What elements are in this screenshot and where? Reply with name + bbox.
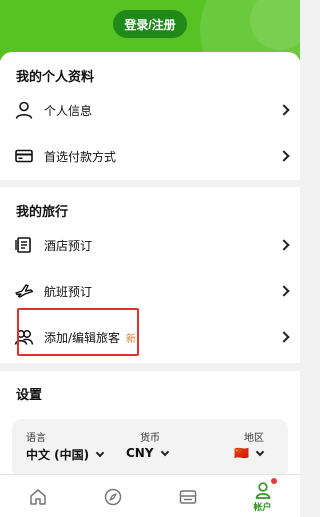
chevron-down-icon	[160, 447, 169, 456]
profile-section-title: 我的个人资料	[16, 70, 95, 85]
region-label: 地区	[244, 433, 264, 444]
chevron-right-icon	[278, 104, 290, 116]
payment-method-row[interactable]: 首选付款方式	[0, 134, 300, 178]
profile-section: 我的个人资料 个人信息 首选付款方式	[0, 52, 300, 180]
bottom-tab-bar: 帐户	[0, 474, 300, 517]
chevron-right-icon	[278, 239, 290, 251]
account-icon	[255, 481, 270, 499]
tab-explore[interactable]	[75, 475, 150, 517]
chevron-right-icon	[278, 285, 290, 297]
person-icon	[14, 100, 34, 120]
tab-account-label: 帐户	[253, 502, 272, 513]
airplane-icon	[14, 281, 34, 301]
tab-bookings[interactable]	[150, 475, 225, 517]
flight-booking-label: 航班预订	[44, 284, 93, 299]
settings-section-title: 设置	[16, 388, 43, 403]
locale-settings-panel: 语言 中文 (中国) 货币 CNY 地区 🇨🇳	[12, 419, 288, 479]
annotation-highlight-box	[17, 308, 139, 356]
currency-label: 货币	[140, 433, 160, 444]
hotel-receipt-icon	[14, 235, 34, 255]
language-value: 中文 (中国)	[26, 448, 90, 462]
chevron-down-icon	[255, 447, 265, 456]
header-banner: 登录/注册	[0, 0, 300, 60]
language-label: 语言	[26, 433, 46, 444]
hotel-booking-label: 酒店预订	[44, 238, 93, 253]
chevron-right-icon	[278, 331, 290, 343]
tab-home[interactable]	[0, 475, 75, 517]
region-selector[interactable]: 地区 🇨🇳	[234, 429, 265, 460]
hotel-booking-row[interactable]: 酒店预订	[0, 223, 300, 267]
login-register-button[interactable]: 登录/注册	[113, 10, 187, 38]
tab-account[interactable]: 帐户	[225, 475, 300, 517]
credit-card-icon	[14, 146, 34, 166]
notification-dot	[271, 478, 277, 484]
compass-icon	[104, 488, 121, 505]
currency-value: CNY	[126, 446, 154, 460]
home-icon	[29, 488, 46, 505]
flight-booking-row[interactable]: 航班预订	[0, 269, 300, 313]
currency-selector[interactable]: 货币 CNY	[126, 429, 169, 460]
language-selector[interactable]: 语言 中文 (中国)	[26, 429, 105, 463]
bookings-icon	[179, 489, 196, 504]
trips-section-title: 我的旅行	[16, 205, 69, 220]
personal-info-label: 个人信息	[44, 103, 93, 118]
personal-info-row[interactable]: 个人信息	[0, 88, 300, 132]
payment-method-label: 首选付款方式	[44, 149, 117, 164]
china-flag-icon: 🇨🇳	[234, 446, 249, 460]
chevron-right-icon	[278, 150, 290, 162]
chevron-down-icon	[95, 448, 105, 458]
